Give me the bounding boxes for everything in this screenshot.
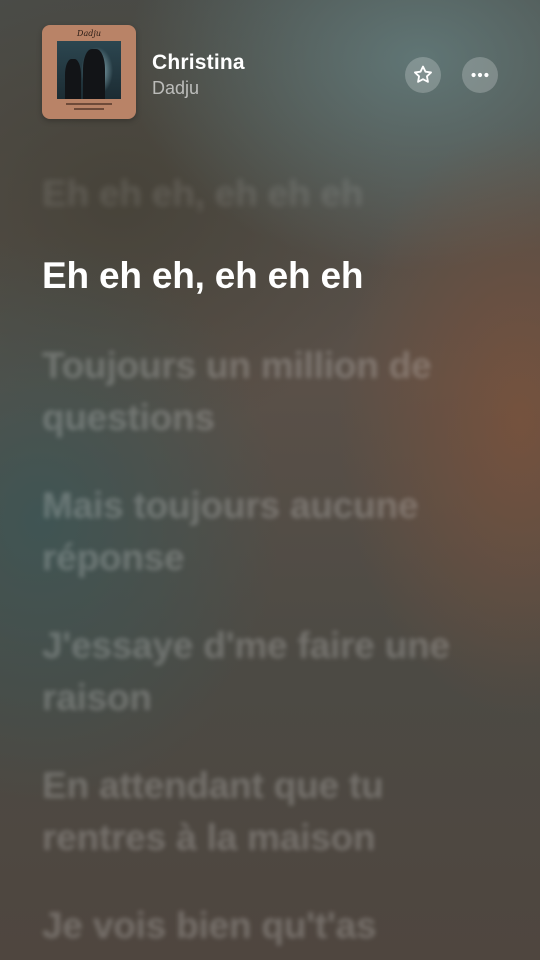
lyrics-list[interactable]: Eh eh eh, eh eh eh Eh eh eh, eh eh eh To… [42,168,510,960]
artwork-figure [65,59,81,99]
lyric-line[interactable]: Mais toujours aucune réponse [42,480,510,584]
more-options-button[interactable] [462,57,498,93]
favorite-button[interactable] [405,57,441,93]
star-icon [414,65,432,83]
lyric-line-previous[interactable]: Eh eh eh, eh eh eh [42,168,510,220]
now-playing-header: Dadju Christina Dadju [42,25,498,119]
ellipsis-icon [471,72,489,78]
artwork-photo [57,41,121,99]
artwork-logo: Dadju [77,29,101,38]
lyric-line[interactable]: Toujours un million de questions [42,340,510,444]
track-title: Christina [152,51,245,74]
album-artwork[interactable]: Dadju [42,25,136,119]
lyric-line-current[interactable]: Eh eh eh, eh eh eh [42,250,510,302]
track-info[interactable]: Christina Dadju [152,51,245,99]
lyric-line[interactable]: En attendant que tu rentres à la maison [42,760,510,864]
lyric-line[interactable]: J'essaye d'me faire une raison [42,620,510,724]
artwork-caption [74,108,104,110]
lyric-line[interactable]: Je vois bien qu't'as [42,900,510,952]
track-artist: Dadju [152,78,200,98]
artwork-caption [66,103,112,105]
artwork-figure [83,49,105,99]
lyrics-screen: Dadju Christina Dadju Eh eh eh, eh eh eh… [0,0,540,960]
